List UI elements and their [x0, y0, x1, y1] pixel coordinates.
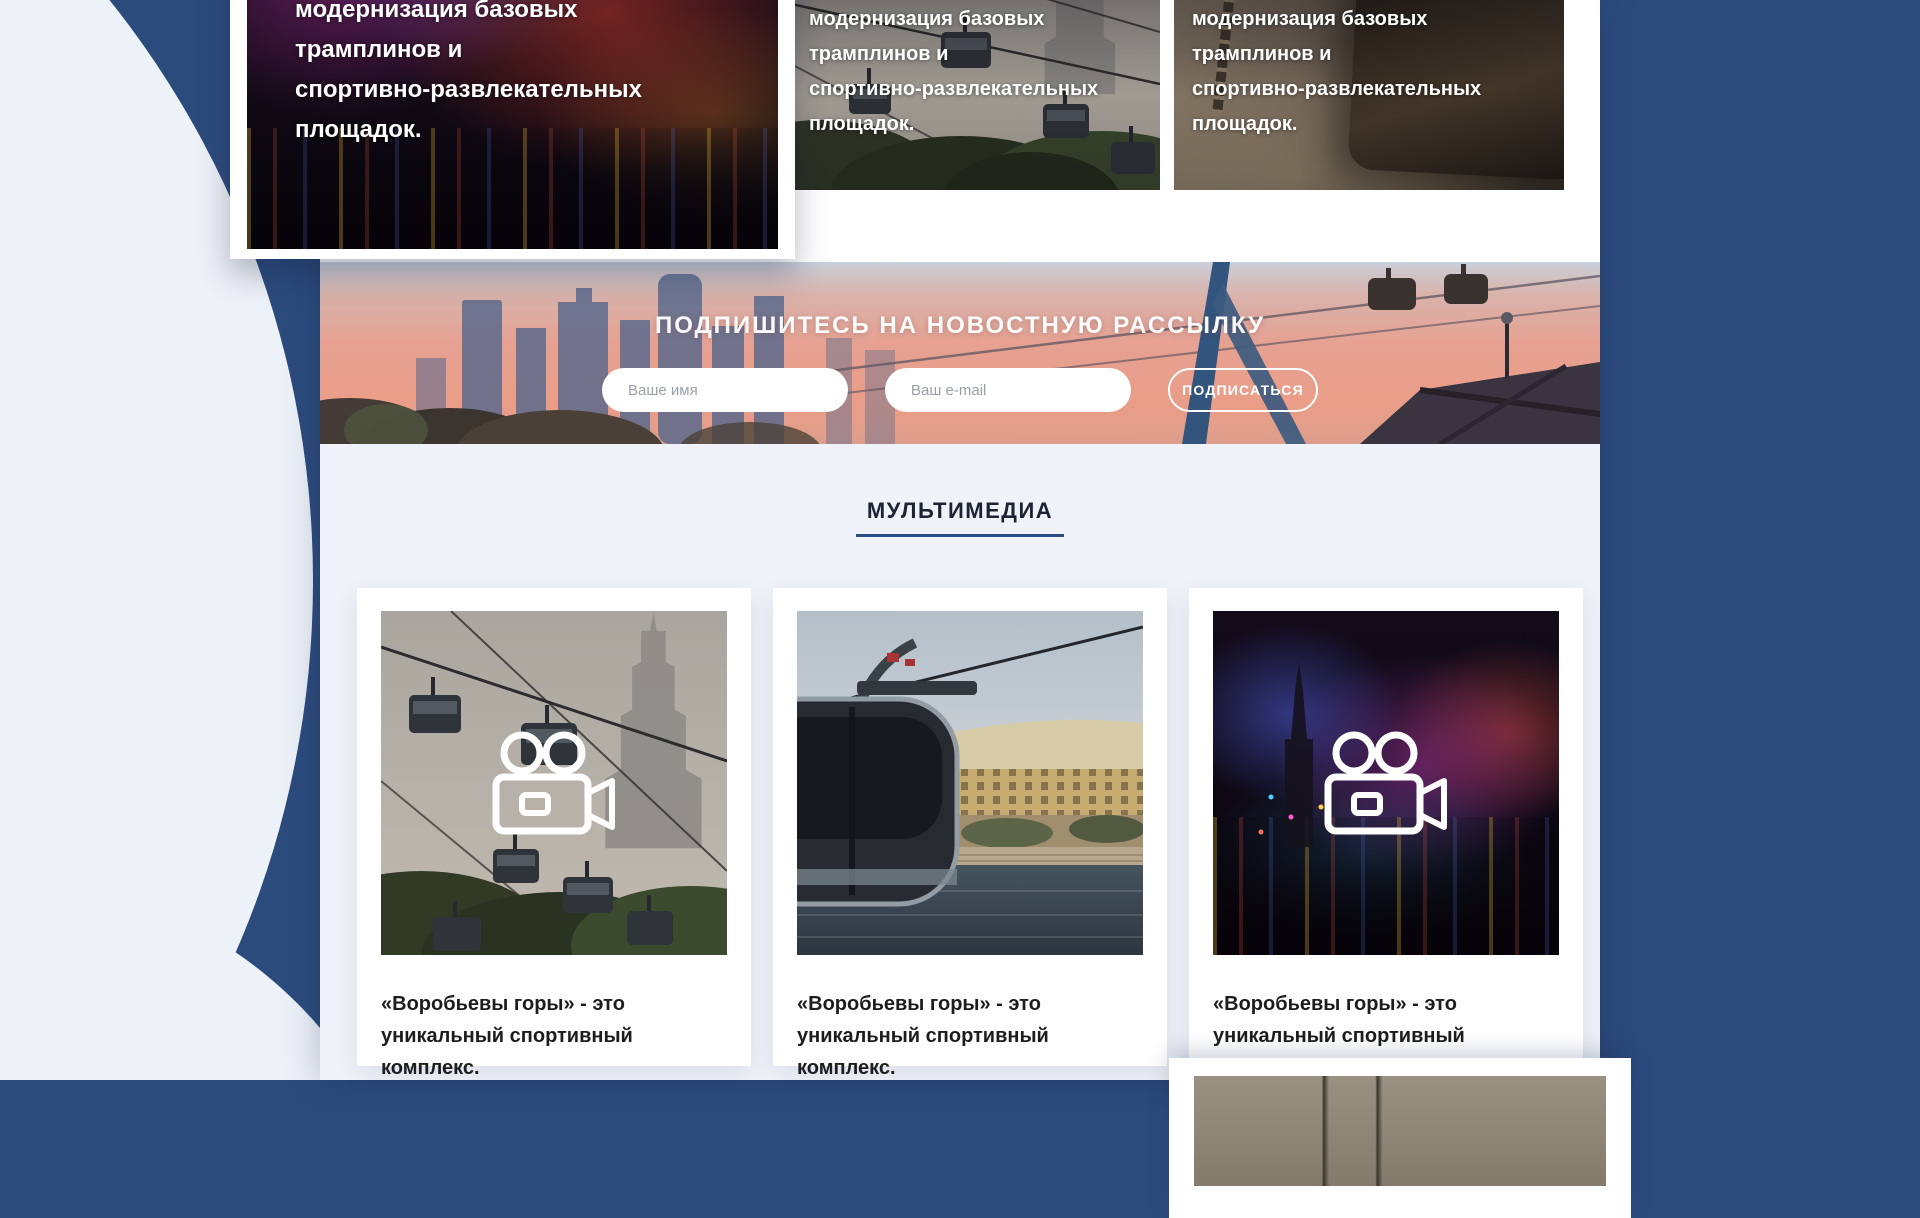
incoming-slide-image [1194, 1076, 1606, 1186]
night-lights-image: модернизация базовых трамплинов и спорти… [247, 0, 778, 249]
video-camera-icon [492, 731, 616, 835]
slide-caption: модернизация базовых трамплинов и спорти… [809, 2, 1139, 142]
slide-cableway-day[interactable]: модернизация базовых трамплинов и спорти… [791, 0, 1160, 190]
content-column: модернизация базовых трамплинов и спорти… [320, 0, 1600, 1080]
slide-station-deck[interactable]: модернизация базовых трамплинов и спорти… [1174, 0, 1564, 190]
newsletter-form: ПОДПИСАТЬСЯ [320, 368, 1600, 412]
cabin-stadium-image [797, 611, 1143, 955]
video-camera-icon [1324, 731, 1448, 835]
video-card-caption: «Воробьевы горы» - это уникальный спорти… [381, 988, 721, 1084]
video-card-cableway[interactable]: «Воробьевы горы» - это уникальный спорти… [357, 588, 751, 1066]
cableway-msu-image [381, 611, 727, 955]
email-input[interactable] [885, 368, 1131, 412]
slide-caption: модернизация базовых трамплинов и спорти… [1192, 2, 1522, 142]
slide-caption: модернизация базовых трамплинов и спорти… [295, 0, 735, 150]
sunset-cityscape-image [320, 262, 1600, 444]
video-card-night[interactable]: «Воробьевы горы» - это уникальный спорти… [1189, 588, 1583, 1066]
newsletter-banner: ПОДПИШИТЕСЬ НА НОВОСТНУЮ РАССЫЛКУ ПОДПИС… [320, 262, 1600, 444]
incoming-slide-card[interactable] [1169, 1058, 1631, 1218]
subscribe-button[interactable]: ПОДПИСАТЬСЯ [1168, 368, 1318, 412]
newsletter-title: ПОДПИШИТЕСЬ НА НОВОСТНУЮ РАССЫЛКУ [320, 312, 1600, 340]
video-card-cabin[interactable]: «Воробьевы горы» - это уникальный спорти… [773, 588, 1167, 1066]
video-card-caption: «Воробьевы горы» - это уникальный спорти… [797, 988, 1137, 1084]
multimedia-section: МУЛЬТИМЕДИА [320, 444, 1600, 1080]
heading-underline [856, 534, 1064, 537]
night-lights-small-image [1213, 611, 1559, 955]
name-input[interactable] [602, 368, 848, 412]
page: { "theme": { "primary_blue": "#2c4b7d", … [0, 0, 1920, 1080]
news-slider: модернизация базовых трамплинов и спорти… [320, 0, 1600, 262]
slide-night-lights-active[interactable]: модернизация базовых трамплинов и спорти… [230, 0, 795, 259]
multimedia-heading: МУЛЬТИМЕДИА [320, 498, 1600, 524]
